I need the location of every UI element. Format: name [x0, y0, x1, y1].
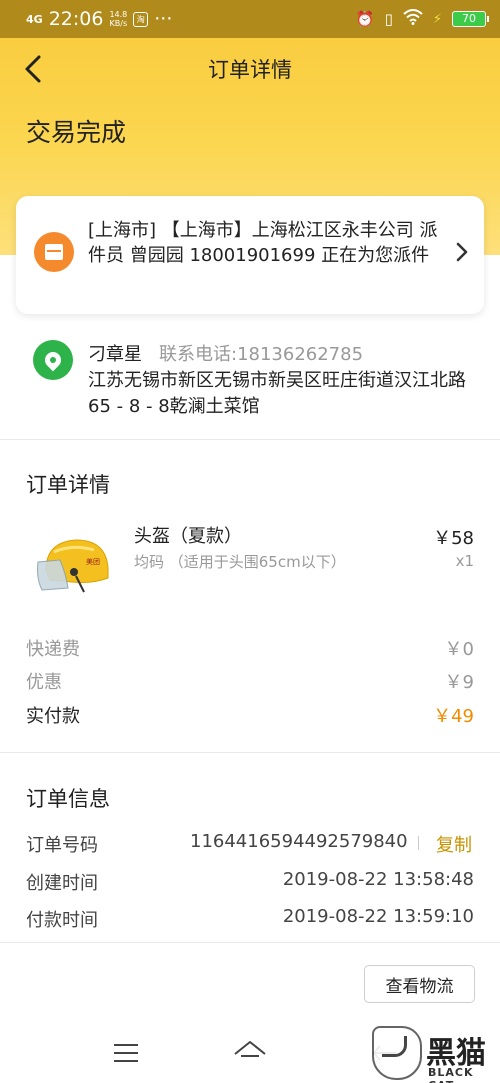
alarm-icon: ⏰: [355, 10, 375, 28]
signal-indicator: 4G: [26, 12, 43, 26]
wifi-icon: [403, 9, 423, 29]
payment-time-label: 付款时间: [26, 910, 98, 931]
paid-amount-label: 实付款: [26, 706, 80, 727]
product-name[interactable]: 头盔（夏款）: [134, 522, 242, 548]
shipping-address: 刁章星 联系电话:18136262785 江苏无锡市新区无锡市新吴区旺庄街道汉江…: [0, 326, 500, 438]
order-info-title: 订单信息: [26, 787, 110, 811]
shipping-fee-label: 快递费: [26, 639, 80, 660]
order-number-value: 1164416594492579840: [190, 831, 408, 852]
logistics-status-text: [上海市] 【上海市】上海松江区永丰公司 派件员 曾园园 18001901699…: [88, 220, 438, 266]
helmet-product-image[interactable]: 美团: [32, 534, 114, 596]
order-status: 交易完成: [26, 118, 127, 147]
vibrate-icon: ▯: [384, 10, 393, 28]
divider: [0, 439, 500, 440]
order-number-label: 订单号码: [26, 835, 98, 856]
shipping-fee-value: ￥0: [444, 639, 474, 660]
recipient-phone: 联系电话:18136262785: [159, 344, 364, 365]
navigation-bar: 订单详情: [0, 40, 500, 96]
product-spec: 均码 （适用于头围65cm以下）: [134, 553, 346, 571]
taobao-notification-icon: 淘: [133, 11, 149, 27]
recent-apps-menu-icon[interactable]: [114, 1044, 138, 1062]
divider: [0, 942, 500, 943]
chevron-right-icon: [456, 240, 468, 268]
copy-order-number-button[interactable]: 复制: [436, 831, 472, 857]
network-speed: 14.8 KB/s: [109, 10, 128, 28]
battery-indicator: 70: [452, 11, 489, 27]
location-pin-icon: [33, 340, 73, 380]
status-time: 22:06: [48, 8, 104, 30]
divider: [0, 752, 500, 753]
cat-head-logo-icon: [372, 1026, 422, 1080]
black-cat-watermark: 黑猫 BLACK CAT: [372, 1026, 496, 1083]
discount-value: ￥9: [444, 672, 474, 693]
paid-amount-value: ￥49: [433, 706, 474, 727]
discount-label: 优惠: [26, 672, 62, 693]
charging-icon: ⚡: [432, 11, 442, 27]
product-quantity: x1: [455, 552, 474, 570]
view-logistics-button[interactable]: 查看物流: [364, 965, 475, 1003]
created-time-value: 2019-08-22 13:58:48: [282, 869, 474, 890]
home-icon[interactable]: [232, 1038, 268, 1066]
copy-separator: [418, 836, 419, 850]
recipient-name: 刁章星: [88, 344, 142, 365]
payment-time-value: 2019-08-22 13:59:10: [282, 906, 474, 927]
status-bar: 4G 22:06 14.8 KB/s 淘 ··· ⏰ ▯ ⚡ 70: [0, 0, 500, 38]
created-time-label: 创建时间: [26, 873, 98, 894]
logistics-card[interactable]: [上海市] 【上海市】上海松江区永丰公司 派件员 曾园园 18001901699…: [16, 196, 484, 314]
more-notifications-icon: ···: [154, 8, 173, 30]
order-detail-title: 订单详情: [26, 473, 110, 497]
page-title: 订单详情: [208, 58, 292, 82]
product-price: ￥58: [433, 528, 474, 549]
package-icon: [34, 232, 74, 272]
address-detail: 江苏无锡市新区无锡市新吴区旺庄街道汉江北路65 - 8 - 8乾澜土菜馆: [88, 370, 466, 417]
watermark-subtext: BLACK CAT: [428, 1066, 474, 1083]
svg-text:美团: 美团: [86, 557, 100, 566]
